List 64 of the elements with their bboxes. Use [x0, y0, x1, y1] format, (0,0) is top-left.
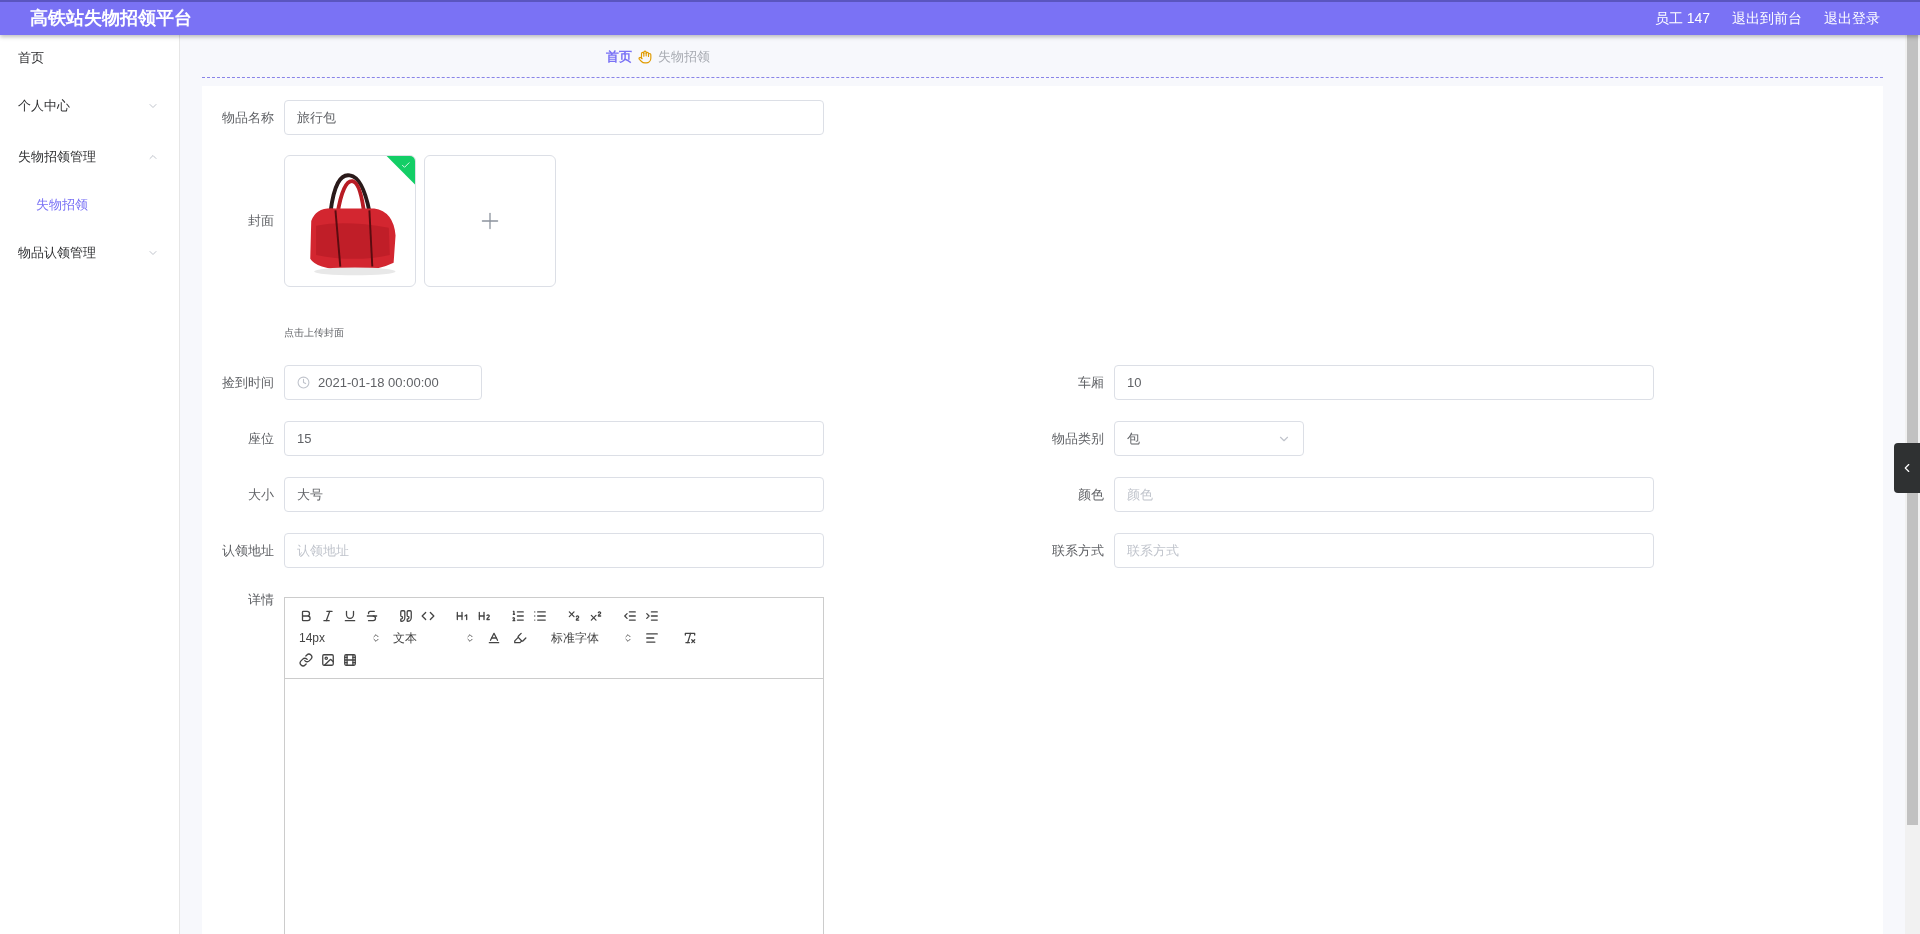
link-icon: [299, 653, 313, 667]
sidebar-item[interactable]: 首页: [0, 35, 179, 80]
field-label: 物品名称: [221, 108, 275, 127]
input-field[interactable]: 大号: [284, 477, 824, 512]
field-label: 捡到时间: [221, 373, 275, 392]
check-icon: [400, 160, 411, 171]
field-label: 封面: [247, 212, 275, 231]
input-field[interactable]: 旅行包: [284, 100, 824, 135]
sidebar-item[interactable]: 个人中心: [0, 80, 179, 131]
ordered-list-icon: [511, 609, 525, 623]
field-label: 联系方式: [1051, 541, 1105, 560]
field-label: 大小: [247, 485, 275, 504]
align-left-icon: [645, 631, 659, 645]
code-icon: [421, 609, 435, 623]
up-down-icon: [371, 633, 381, 643]
heading-one-icon: [455, 609, 469, 623]
bold-icon: [299, 609, 313, 623]
input-field[interactable]: 联系方式: [1114, 533, 1654, 568]
breadcrumb-current: 失物招领: [658, 47, 710, 66]
clock-icon: [297, 376, 310, 389]
video-icon: [343, 653, 357, 667]
font-color-icon: [487, 631, 501, 645]
clear-format-icon: [683, 631, 697, 645]
image-icon: [321, 653, 335, 667]
scrollbar-thumb[interactable]: [1907, 35, 1918, 825]
up-down-icon: [465, 633, 475, 643]
input-field[interactable]: 15: [284, 421, 824, 456]
strikethrough-icon: [365, 609, 379, 623]
field-label: 座位: [247, 429, 275, 448]
toolbar-select[interactable]: 标准字体: [547, 628, 637, 648]
sidebar-subitem[interactable]: 失物招领: [0, 182, 179, 227]
indent-icon: [645, 609, 659, 623]
toolbar-select[interactable]: 14px: [295, 628, 385, 648]
sidebar-item[interactable]: 失物招领管理: [0, 131, 179, 182]
outdent-icon: [623, 609, 637, 623]
bullet-list-icon: [533, 609, 547, 623]
breadcrumb-link[interactable]: 首页: [606, 46, 632, 67]
upload-hint: 点击上传封面: [284, 327, 344, 338]
date-field[interactable]: 2021-01-18 00:00:00: [284, 365, 482, 400]
field-label: 颜色: [1077, 485, 1105, 504]
hand-icon: [638, 49, 652, 64]
field-label: 车厢: [1077, 373, 1105, 392]
toolbar-select[interactable]: 文本: [389, 628, 479, 648]
side-panel-toggle[interactable]: [1894, 443, 1920, 493]
subscript-icon: [567, 609, 581, 623]
underline-icon: [343, 609, 357, 623]
user-label: 员工 147: [1654, 9, 1710, 28]
italic-icon: [321, 609, 335, 623]
field-label: 认领地址: [221, 541, 275, 560]
select-field[interactable]: 包: [1114, 421, 1304, 456]
highlight-icon: [513, 631, 527, 645]
sidebar-item[interactable]: 物品认领管理: [0, 227, 179, 278]
quote-icon: [399, 609, 413, 623]
input-field[interactable]: 颜色: [1114, 477, 1654, 512]
field-label: 物品类别: [1051, 429, 1105, 448]
header-link[interactable]: 退出到前台: [1732, 8, 1802, 29]
header-link[interactable]: 退出登录: [1824, 8, 1880, 29]
heading-two-icon: [477, 609, 491, 623]
app-title: 高铁站失物招领平台: [30, 7, 192, 30]
superscript-icon: [589, 609, 603, 623]
up-down-icon: [623, 633, 633, 643]
input-field[interactable]: 认领地址: [284, 533, 824, 568]
field-label: 详情: [247, 591, 275, 609]
input-field[interactable]: 10: [1114, 365, 1654, 400]
